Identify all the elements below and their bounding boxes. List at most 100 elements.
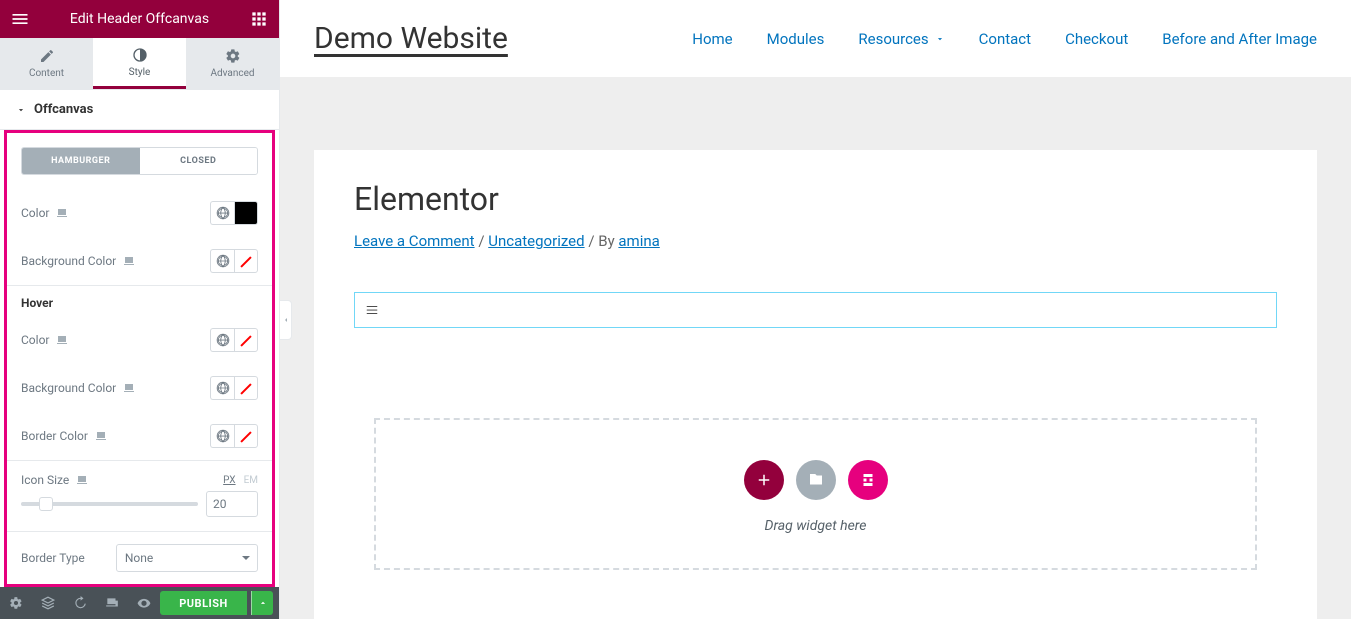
post-meta: Leave a Comment / Uncategorized / By ami… [354, 232, 1277, 250]
global-color-icon[interactable] [210, 328, 234, 352]
icon-size-slider-row [7, 491, 272, 531]
nav-resources[interactable]: Resources [858, 30, 944, 48]
add-section-button[interactable] [744, 460, 784, 500]
label-hover-color-text: Color [21, 333, 49, 347]
nav-checkout[interactable]: Checkout [1065, 30, 1128, 48]
desktop-icon[interactable] [55, 206, 69, 220]
panel-body: HAMBURGER CLOSED Color Background Color [0, 130, 279, 587]
label-icon-size-text: Icon Size [21, 473, 69, 487]
control-border-type: Border Type None [7, 531, 272, 584]
nav-before-after[interactable]: Before and After Image [1162, 30, 1317, 48]
dropzone-actions [744, 460, 888, 500]
hover-heading: Hover [7, 285, 272, 316]
label-border-color-text: Border Color [21, 429, 88, 443]
label-icon-size: Icon Size [21, 473, 223, 487]
publish-button[interactable]: PUBLISH [160, 591, 247, 615]
section-label: Offcanvas [34, 102, 93, 117]
publish-options[interactable] [251, 591, 273, 615]
unit-switch: PX EM [223, 475, 258, 486]
control-hover-color: Color [7, 316, 272, 364]
tab-advanced[interactable]: Advanced [186, 38, 279, 89]
label-color-text: Color [21, 206, 49, 220]
color-swatch-none[interactable] [234, 328, 258, 352]
color-swatch-none[interactable] [234, 424, 258, 448]
border-type-select[interactable]: None [116, 544, 258, 572]
sidebar-title: Edit Header Offcanvas [30, 11, 249, 27]
color-swatch[interactable] [234, 201, 258, 225]
leave-comment-link[interactable]: Leave a Comment [354, 232, 475, 250]
site-title[interactable]: Demo Website [314, 21, 508, 56]
global-color-icon[interactable] [210, 424, 234, 448]
offcanvas-widget[interactable] [354, 292, 1277, 328]
nav-home[interactable]: Home [692, 30, 732, 48]
desktop-icon[interactable] [55, 333, 69, 347]
history-icon[interactable] [64, 587, 96, 619]
swatches-hover-bg [210, 376, 258, 400]
tab-style[interactable]: Style [93, 38, 186, 89]
page-content: Elementor Leave a Comment / Uncategorize… [314, 150, 1317, 619]
nav-contact[interactable]: Contact [979, 30, 1031, 48]
desktop-icon[interactable] [94, 429, 108, 443]
chevron-down-icon [935, 34, 945, 44]
nav-resources-label: Resources [858, 30, 928, 48]
global-color-icon[interactable] [210, 201, 234, 225]
ekit-button[interactable] [848, 460, 888, 500]
tab-content[interactable]: Content [0, 38, 93, 89]
desktop-icon[interactable] [122, 254, 136, 268]
global-color-icon[interactable] [210, 376, 234, 400]
slider-thumb[interactable] [39, 497, 53, 511]
tab-advanced-label: Advanced [210, 68, 254, 79]
label-hover-bg: Background Color [21, 381, 210, 395]
dropzone-label: Drag widget here [765, 518, 867, 534]
category-link[interactable]: Uncategorized [488, 232, 584, 250]
responsive-icon[interactable] [96, 587, 128, 619]
label-bgcolor: Background Color [21, 254, 210, 268]
settings-icon[interactable] [0, 587, 32, 619]
label-border-color: Border Color [21, 429, 210, 443]
page-title: Elementor [354, 180, 1277, 218]
swatches-bgcolor [210, 249, 258, 273]
icon-size-slider[interactable] [21, 502, 198, 506]
label-border-type-text: Border Type [21, 551, 85, 565]
apps-icon[interactable] [249, 9, 269, 29]
desktop-icon[interactable] [75, 473, 89, 487]
section-offcanvas[interactable]: Offcanvas [0, 90, 279, 130]
site-header: Demo Website Home Modules Resources Cont… [280, 0, 1351, 78]
global-color-icon[interactable] [210, 249, 234, 273]
template-library-button[interactable] [796, 460, 836, 500]
label-border-type: Border Type [21, 551, 116, 565]
footer-icons [0, 587, 160, 619]
control-border-color: Border Color [7, 412, 272, 460]
dropzone[interactable]: Drag widget here [374, 418, 1257, 570]
toggle-hamburger[interactable]: HAMBURGER [22, 148, 140, 174]
sidebar-tabs: Content Style Advanced [0, 38, 279, 90]
desktop-icon[interactable] [122, 381, 136, 395]
toggle-closed[interactable]: CLOSED [140, 148, 258, 174]
unit-px[interactable]: PX [223, 475, 235, 486]
swatches-color [210, 201, 258, 225]
tab-content-label: Content [29, 68, 64, 79]
control-hover-bg: Background Color [7, 364, 272, 412]
color-swatch-none[interactable] [234, 249, 258, 273]
sidebar-footer: PUBLISH [0, 587, 279, 619]
unit-em[interactable]: EM [244, 475, 258, 486]
meta-by: / By [588, 232, 618, 250]
color-swatch-none[interactable] [234, 376, 258, 400]
author-link[interactable]: amina [618, 232, 659, 250]
label-color: Color [21, 206, 210, 220]
main-nav: Home Modules Resources Contact Checkout … [692, 30, 1317, 48]
menu-icon[interactable] [10, 9, 30, 29]
label-hover-bg-text: Background Color [21, 381, 116, 395]
nav-modules[interactable]: Modules [767, 30, 825, 48]
icon-size-input[interactable] [206, 491, 258, 517]
icon-size-header: Icon Size PX EM [7, 460, 272, 491]
navigator-icon[interactable] [32, 587, 64, 619]
preview-icon[interactable] [128, 587, 160, 619]
panel-highlight: HAMBURGER CLOSED Color Background Color [4, 130, 275, 587]
border-type-select-wrap: None [116, 544, 258, 572]
hamburger-icon [363, 303, 381, 317]
label-bgcolor-text: Background Color [21, 254, 116, 268]
collapse-sidebar[interactable] [280, 300, 292, 340]
control-color: Color [7, 189, 272, 237]
state-toggle: HAMBURGER CLOSED [21, 147, 258, 175]
